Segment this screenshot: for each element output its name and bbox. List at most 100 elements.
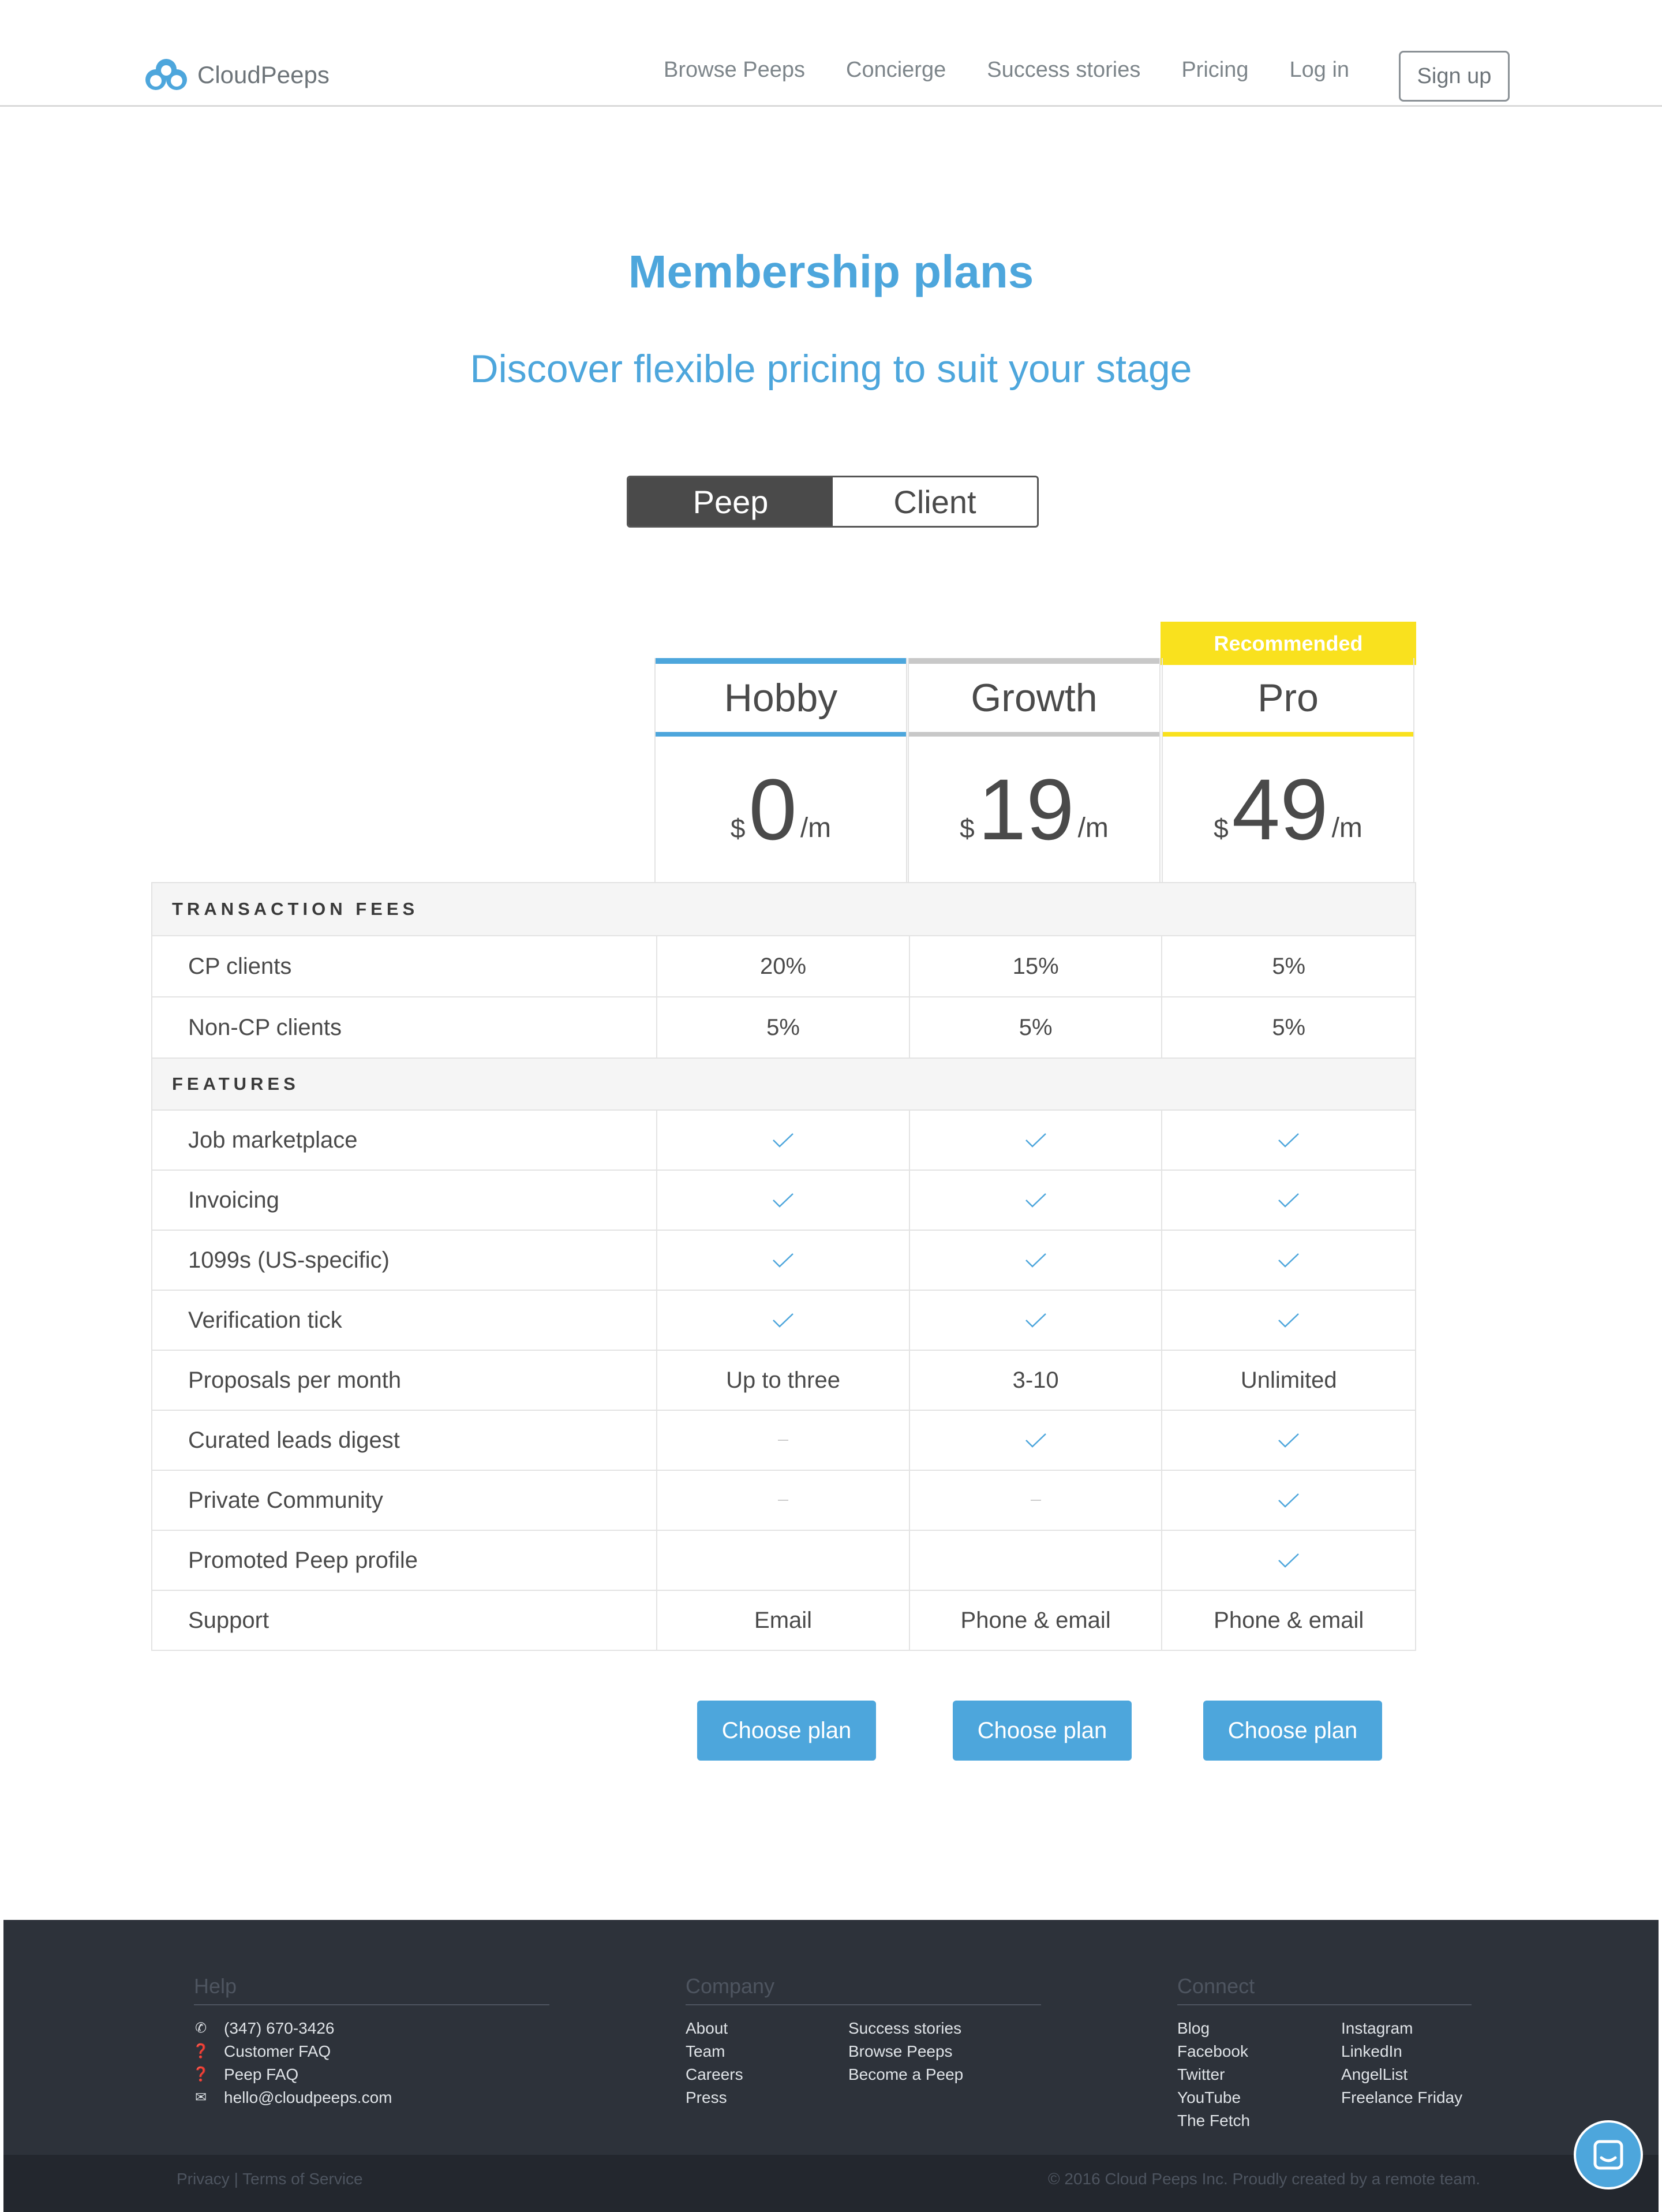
footer-link-twitter[interactable]: Twitter <box>1177 2063 1250 2086</box>
value-cell <box>910 1531 1163 1590</box>
audience-toggle: Peep Client <box>627 476 1039 528</box>
table-row: 1099s (US-specific) <box>152 1230 1415 1290</box>
footer-link-youtube[interactable]: YouTube <box>1177 2086 1250 2109</box>
feature-label: Non-CP clients <box>152 997 658 1058</box>
value-cell: 20% <box>657 936 910 996</box>
footer-help-item[interactable]: ❓ Peep FAQ <box>192 2063 549 2086</box>
plan-header-pro: Pro $ 49 /m <box>1162 658 1414 882</box>
feature-cell <box>1162 1291 1415 1350</box>
feature-cell <box>657 1171 910 1230</box>
value-cell <box>657 1531 910 1590</box>
check-icon <box>1025 1313 1046 1328</box>
plan-price: $ 49 /m <box>1163 737 1413 882</box>
value-cell: Email <box>657 1591 910 1650</box>
footer-help-item[interactable]: ✆ (347) 670-3426 <box>194 2017 549 2040</box>
footer-copyright: © 2016 Cloud Peeps Inc. Proudly created … <box>1048 2170 1481 2188</box>
footer-help-item[interactable]: ❓ Customer FAQ <box>192 2040 549 2063</box>
footer-link-facebook[interactable]: Facebook <box>1177 2040 1250 2063</box>
value-cell: Phone & email <box>910 1591 1163 1650</box>
dash-icon <box>778 1440 789 1441</box>
price-currency: $ <box>960 813 975 843</box>
feature-cell <box>1162 1471 1415 1530</box>
feature-label: CP clients <box>152 936 658 996</box>
value-cell: Unlimited <box>1240 1367 1337 1393</box>
footer-link-press[interactable]: Press <box>686 2086 743 2109</box>
footer-connect-col2: Instagram LinkedIn AngelList Freelance F… <box>1341 2017 1462 2109</box>
table-row: Curated leads digest <box>152 1410 1415 1470</box>
feature-cell <box>1162 1531 1415 1590</box>
plan-comparison-table: TRANSACTION FEES CP clients 20% 15% 5% Non-CP… <box>151 882 1416 1651</box>
footer-heading-help: Help <box>194 1974 549 2005</box>
feature-cell <box>910 1171 1163 1230</box>
value-cell: Up to three <box>657 1351 910 1410</box>
logo-text: CloudPeeps <box>197 61 330 88</box>
choose-plan-growth-button[interactable]: Choose plan <box>953 1701 1132 1761</box>
footer-help-label: hello@cloudpeeps.com <box>224 2088 392 2106</box>
value-cell: 5% <box>910 997 1163 1058</box>
footer-heading-company: Company <box>686 1974 1041 2005</box>
table-row: Promoted Peep profile <box>152 1530 1415 1590</box>
footer-help-item[interactable]: ✉ hello@cloudpeeps.com <box>194 2086 549 2109</box>
plan-header-hobby: Hobby $ 0 /m <box>654 658 907 882</box>
check-icon <box>773 1133 793 1148</box>
footer-legal-links[interactable]: Privacy | Terms of Service <box>177 2170 363 2188</box>
feature-label: 1099s (US-specific) <box>152 1231 658 1290</box>
nav-browse-peeps[interactable]: Browse Peeps <box>664 58 805 83</box>
footer-link-become-a-peep[interactable]: Become a Peep <box>848 2063 963 2086</box>
table-section-heading: TRANSACTION FEES <box>152 883 1415 935</box>
choose-plan-hobby-button[interactable]: Choose plan <box>697 1701 876 1761</box>
price-currency: $ <box>730 813 746 843</box>
table-section-heading: FEATURES <box>152 1058 1415 1109</box>
price-period: /m <box>1077 813 1109 843</box>
footer-connect: Connect Blog Facebook Twitter YouTube Th… <box>1177 1974 1472 2132</box>
table-row: CP clients 20% 15% 5% <box>152 935 1415 996</box>
nav-log-in[interactable]: Log in <box>1289 58 1349 83</box>
footer-link-careers[interactable]: Careers <box>686 2063 743 2086</box>
check-icon <box>1278 1553 1300 1568</box>
feature-cell <box>1162 1171 1415 1230</box>
chat-launcher-button[interactable] <box>1574 2120 1643 2189</box>
plan-name: Growth <box>909 658 1159 737</box>
feature-cell <box>657 1111 910 1169</box>
feature-label: Verification tick <box>152 1291 658 1350</box>
footer-link-success-stories[interactable]: Success stories <box>848 2017 963 2040</box>
table-row: Support Email Phone & email Phone & email <box>152 1590 1415 1650</box>
table-row: Private Community <box>152 1470 1415 1530</box>
price-amount: 49 <box>1231 761 1328 858</box>
price-period: /m <box>1331 813 1362 843</box>
value-cell: 3-10 <box>910 1351 1163 1410</box>
question-icon: ❓ <box>192 2043 209 2059</box>
price-amount: 19 <box>978 761 1075 858</box>
nav-concierge[interactable]: Concierge <box>846 58 946 83</box>
nav-success-stories[interactable]: Success stories <box>987 58 1140 83</box>
logo[interactable]: CloudPeeps <box>143 57 330 94</box>
feature-label: Support <box>152 1591 658 1650</box>
footer-link-linkedin[interactable]: LinkedIn <box>1341 2040 1462 2063</box>
footer-link-about[interactable]: About <box>686 2017 743 2040</box>
choose-plan-pro-button[interactable]: Choose plan <box>1203 1701 1382 1761</box>
feature-cell <box>657 1291 910 1350</box>
feature-label: Proposals per month <box>152 1351 658 1410</box>
check-icon <box>1025 1433 1046 1448</box>
feature-cell <box>1162 1231 1415 1290</box>
footer-link-team[interactable]: Team <box>686 2040 743 2063</box>
dash-icon <box>1030 1500 1041 1501</box>
nav-pricing[interactable]: Pricing <box>1181 58 1248 83</box>
chat-icon <box>1593 2140 1623 2170</box>
footer-link-blog[interactable]: Blog <box>1177 2017 1250 2040</box>
footer-link-browse-peeps[interactable]: Browse Peeps <box>848 2040 963 2063</box>
footer-link-freelance-friday[interactable]: Freelance Friday <box>1341 2086 1462 2109</box>
plan-price: $ 19 /m <box>909 737 1159 882</box>
toggle-client[interactable]: Client <box>833 477 1037 526</box>
footer-link-angellist[interactable]: AngelList <box>1341 2063 1462 2086</box>
check-icon <box>773 1193 793 1208</box>
feature-cell <box>910 1231 1163 1290</box>
footer-help-list: ✆ (347) 670-3426 ❓ Customer FAQ ❓ Peep FAQ … <box>192 2017 549 2109</box>
footer-link-the-fetch[interactable]: The Fetch <box>1177 2109 1250 2132</box>
sign-up-button[interactable]: Sign up <box>1399 51 1510 102</box>
toggle-peep[interactable]: Peep <box>628 477 833 526</box>
footer-link-instagram[interactable]: Instagram <box>1341 2017 1462 2040</box>
value-cell: 15% <box>910 936 1163 996</box>
main-nav: Browse Peeps Concierge Success stories P… <box>664 58 1390 83</box>
feature-cell <box>1162 1411 1415 1470</box>
